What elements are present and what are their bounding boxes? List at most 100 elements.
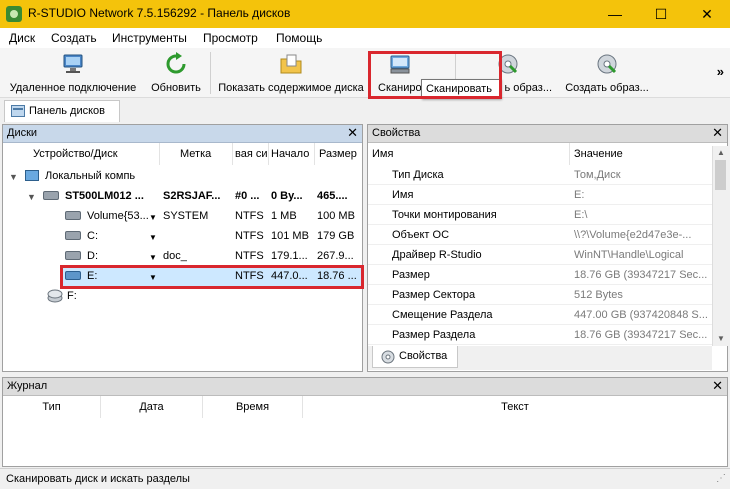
property-name: Объект ОС xyxy=(392,229,450,241)
hard-drive-icon xyxy=(43,191,59,200)
tab-disk-panel[interactable]: Панель дисков xyxy=(4,100,120,122)
menu-disk[interactable]: Диск xyxy=(9,31,35,45)
scroll-down-arrow-icon[interactable]: ▼ xyxy=(713,332,729,346)
scroll-up-arrow-icon[interactable]: ▲ xyxy=(713,146,729,160)
app-icon xyxy=(6,6,22,22)
toolbar-overflow-chevron[interactable]: » xyxy=(717,64,724,79)
log-panel-header: Журнал ✕ xyxy=(3,378,727,396)
toolbar-separator xyxy=(210,52,211,94)
col-device[interactable]: Устройство/Диск xyxy=(3,143,160,165)
properties-panel-header: Свойства ✕ xyxy=(368,125,727,143)
dropdown-arrow-icon[interactable]: ▼ xyxy=(149,253,157,262)
col-filesystem[interactable]: вая си xyxy=(233,143,269,165)
tab-properties[interactable]: Свойства xyxy=(372,346,458,368)
volume-icon xyxy=(65,211,81,220)
property-value: 18.76 GB (39347217 Sec... xyxy=(574,329,708,341)
refresh-label: Обновить xyxy=(151,82,201,94)
row-label: S2RSJAF... xyxy=(163,190,221,202)
log-panel-close-icon[interactable]: ✕ xyxy=(712,378,723,394)
remote-connect-button[interactable]: Удаленное подключение xyxy=(4,50,142,96)
col-label[interactable]: Метка xyxy=(160,143,233,165)
row-filesystem: NTFS xyxy=(235,250,264,262)
log-panel-title: Журнал xyxy=(7,380,48,392)
menu-view[interactable]: Просмотр xyxy=(203,31,258,45)
folder-files-icon xyxy=(280,54,302,74)
properties-panel-title: Свойства xyxy=(372,127,421,139)
col-start[interactable]: Начало xyxy=(269,143,315,165)
volume-icon xyxy=(65,251,81,260)
col-log-date[interactable]: Дата xyxy=(101,396,203,418)
row-start: 179.1... xyxy=(271,250,308,262)
removable-drive-icon xyxy=(47,289,63,303)
dropdown-arrow-icon[interactable]: ▼ xyxy=(149,213,157,222)
property-row[interactable]: Объект ОС \\?\Volume{e2d47e3e-... xyxy=(368,225,712,245)
property-value: E: xyxy=(574,189,585,201)
col-prop-value[interactable]: Значение xyxy=(570,143,712,165)
create-image-button-2[interactable]: Создать образ... xyxy=(560,50,654,96)
property-name: Тип Диска xyxy=(392,169,444,181)
properties-panel-close-icon[interactable]: ✕ xyxy=(712,125,723,141)
scroll-thumb[interactable] xyxy=(715,160,726,190)
status-bar: Сканировать диск и искать разделы ⋰ xyxy=(0,468,730,489)
property-row[interactable]: Размер 18.76 GB (39347217 Sec... xyxy=(368,265,712,285)
refresh-icon xyxy=(166,52,186,74)
property-row[interactable]: Размер Сектора 512 Bytes xyxy=(368,285,712,305)
row-device-name: C: xyxy=(87,230,98,242)
properties-tab-strip: Свойства xyxy=(368,346,712,370)
refresh-button[interactable]: Обновить xyxy=(146,50,206,96)
tab-disk-panel-label: Панель дисков xyxy=(29,105,106,117)
row-start: 0 By... xyxy=(271,190,303,202)
col-prop-name[interactable]: Имя xyxy=(368,143,570,165)
col-log-time[interactable]: Время xyxy=(203,396,303,418)
close-button[interactable]: ✕ xyxy=(684,0,730,28)
resize-grip-icon[interactable]: ⋰ xyxy=(716,473,726,484)
minimize-button[interactable]: — xyxy=(592,0,638,28)
row-label: doc_ xyxy=(163,250,187,262)
row-size: 179 GB xyxy=(317,230,355,242)
collapse-caret-icon[interactable]: ▼ xyxy=(9,172,18,182)
status-text: Сканировать диск и искать разделы xyxy=(6,473,190,485)
highlight-selected-drive xyxy=(60,265,364,289)
row-device-name: ST500LM012 ... xyxy=(65,190,144,202)
volume-icon xyxy=(65,231,81,240)
menu-tools[interactable]: Инструменты xyxy=(112,31,187,45)
collapse-caret-icon[interactable]: ▼ xyxy=(27,192,36,202)
row-size: 465.... xyxy=(317,190,348,202)
property-value: 512 Bytes xyxy=(574,289,623,301)
property-row[interactable]: Размер Раздела 18.76 GB (39347217 Sec... xyxy=(368,325,712,345)
tab-properties-label: Свойства xyxy=(399,350,448,362)
disks-panel-title: Диски xyxy=(7,127,38,139)
menu-help[interactable]: Помощь xyxy=(276,31,322,45)
maximize-button[interactable]: ☐ xyxy=(638,0,684,28)
row-filesystem: NTFS xyxy=(235,210,264,222)
row-device-name: F: xyxy=(67,290,77,302)
window-title: R-STUDIO Network 7.5.156292 - Панель дис… xyxy=(28,6,291,20)
row-filesystem: #0 ... xyxy=(235,190,260,202)
property-name: Драйвер R-Studio xyxy=(392,249,482,261)
network-computer-icon xyxy=(63,54,83,73)
show-disk-contents-button[interactable]: Показать содержимое диска xyxy=(214,50,368,96)
property-value: Том,Диск xyxy=(574,169,621,181)
property-name: Точки монтирования xyxy=(392,209,497,221)
row-device-name: Локальный компь xyxy=(45,170,136,182)
dropdown-arrow-icon[interactable]: ▼ xyxy=(149,233,157,242)
properties-icon xyxy=(381,350,395,364)
col-log-text[interactable]: Текст xyxy=(303,396,727,418)
col-size[interactable]: Размер xyxy=(315,143,362,165)
property-row[interactable]: Драйвер R-Studio WinNT\Handle\Logical xyxy=(368,245,712,265)
property-row[interactable]: Тип Диска Том,Диск xyxy=(368,165,712,185)
property-row[interactable]: Имя E: xyxy=(368,185,712,205)
property-row[interactable]: Точки монтирования E:\ xyxy=(368,205,712,225)
property-name: Размер xyxy=(392,269,430,281)
row-start: 101 MB xyxy=(271,230,309,242)
remote-connect-label: Удаленное подключение xyxy=(9,82,137,94)
highlight-scan-button xyxy=(368,51,502,99)
property-row[interactable]: Смещение Раздела 447.00 GB (937420848 S..… xyxy=(368,305,712,325)
menu-create[interactable]: Создать xyxy=(51,31,97,45)
disks-panel-close-icon[interactable]: ✕ xyxy=(347,125,358,141)
show-disk-contents-label: Показать содержимое диска xyxy=(218,82,364,94)
property-name: Имя xyxy=(392,189,414,201)
properties-scrollbar[interactable]: ▲ ▼ xyxy=(712,146,728,346)
col-log-type[interactable]: Тип xyxy=(3,396,101,418)
row-label: SYSTEM xyxy=(163,210,209,222)
